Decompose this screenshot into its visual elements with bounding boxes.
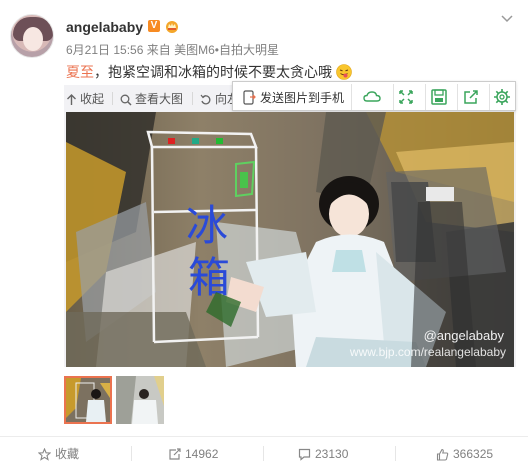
thumbnail-image bbox=[116, 376, 164, 424]
favorite-label: 收藏 bbox=[55, 447, 80, 461]
popup-divider bbox=[425, 84, 426, 110]
send-to-phone-button[interactable]: 发送图片到手机 bbox=[243, 89, 344, 106]
view-large-button[interactable]: 查看大图 bbox=[120, 91, 183, 107]
view-large-label: 查看大图 bbox=[135, 92, 184, 106]
post-body: ，抱紧空调和冰箱的时候不要太贪心哦 bbox=[94, 64, 332, 80]
share-icon[interactable] bbox=[460, 86, 482, 108]
repost-button[interactable]: 14962 bbox=[168, 437, 218, 462]
toolbar-divider bbox=[112, 92, 113, 105]
footer-divider bbox=[263, 446, 264, 461]
username[interactable]: angelababy bbox=[66, 19, 143, 35]
avatar[interactable] bbox=[10, 14, 54, 58]
favorite-button[interactable]: 收藏 bbox=[37, 437, 80, 462]
chevron-down-icon[interactable] bbox=[500, 12, 514, 26]
media-toolbar: 收起 查看大图 向左转 发送图片到手机 bbox=[64, 81, 516, 112]
search-icon bbox=[120, 94, 132, 106]
footer-divider bbox=[131, 446, 132, 461]
post-photo[interactable]: 冰 箱 @angelababy www.bjp.com/realangelaba… bbox=[66, 112, 514, 367]
star-icon bbox=[37, 447, 52, 461]
like-count: 366325 bbox=[453, 447, 494, 461]
phone-send-icon bbox=[243, 90, 256, 105]
post-text: 夏至，抱紧空调和冰箱的时候不要太贪心哦 bbox=[66, 62, 352, 82]
comment-icon bbox=[298, 448, 311, 461]
topic-tag[interactable]: 夏至 bbox=[66, 64, 94, 80]
drawn-text-top: 冰 bbox=[186, 201, 228, 250]
collapse-label: 收起 bbox=[80, 92, 105, 106]
save-icon[interactable] bbox=[428, 86, 450, 108]
thumbnail-1[interactable] bbox=[64, 376, 112, 424]
popup-divider bbox=[393, 84, 394, 110]
image-tools-popup: 发送图片到手机 bbox=[232, 81, 516, 111]
crown-icon[interactable] bbox=[165, 19, 179, 33]
tongue-emoji-icon bbox=[336, 64, 352, 80]
repost-count: 14962 bbox=[185, 447, 219, 461]
collapse-button[interactable]: 收起 bbox=[66, 91, 104, 107]
arrow-up-icon bbox=[67, 94, 76, 105]
cloud-icon[interactable] bbox=[361, 86, 383, 108]
post-time[interactable]: 6月21日 15:56 bbox=[66, 43, 143, 57]
thumbs-up-icon bbox=[436, 448, 449, 461]
comment-count: 23130 bbox=[315, 447, 349, 461]
comment-button[interactable]: 23130 bbox=[298, 437, 348, 462]
popup-divider bbox=[457, 84, 458, 110]
footer-divider bbox=[395, 446, 396, 461]
fullscreen-icon[interactable] bbox=[395, 86, 417, 108]
toolbar-divider bbox=[192, 92, 193, 105]
repost-icon bbox=[169, 448, 181, 460]
watermark-url: www.bjp.com/realangelababy bbox=[349, 345, 506, 359]
weibo-post-card: angelababy V 6月21日 15:56 来自 美图M6•自拍大明星 夏… bbox=[0, 0, 528, 462]
popup-divider bbox=[351, 84, 352, 110]
post-source[interactable]: 来自 美图M6•自拍大明星 bbox=[147, 43, 279, 57]
post-meta: 6月21日 15:56 来自 美图M6•自拍大明星 bbox=[66, 41, 279, 58]
post-actions-bar: 收藏 14962 23130 366325 bbox=[0, 436, 528, 462]
thumbnail-image bbox=[66, 378, 110, 422]
like-button[interactable]: 366325 bbox=[436, 437, 493, 462]
verified-badge[interactable]: V bbox=[148, 20, 160, 32]
watermark-handle: @angelababy bbox=[423, 328, 504, 343]
drawn-text-bottom: 箱 bbox=[188, 253, 230, 302]
rotate-left-icon bbox=[200, 94, 211, 105]
send-to-phone-label: 发送图片到手机 bbox=[260, 91, 345, 105]
thumbnail-2[interactable] bbox=[116, 376, 164, 424]
settings-icon[interactable] bbox=[491, 86, 513, 108]
media-viewer: 收起 查看大图 向左转 发送图片到手机 bbox=[64, 81, 516, 367]
avatar-face bbox=[23, 27, 43, 51]
popup-divider bbox=[489, 84, 490, 110]
